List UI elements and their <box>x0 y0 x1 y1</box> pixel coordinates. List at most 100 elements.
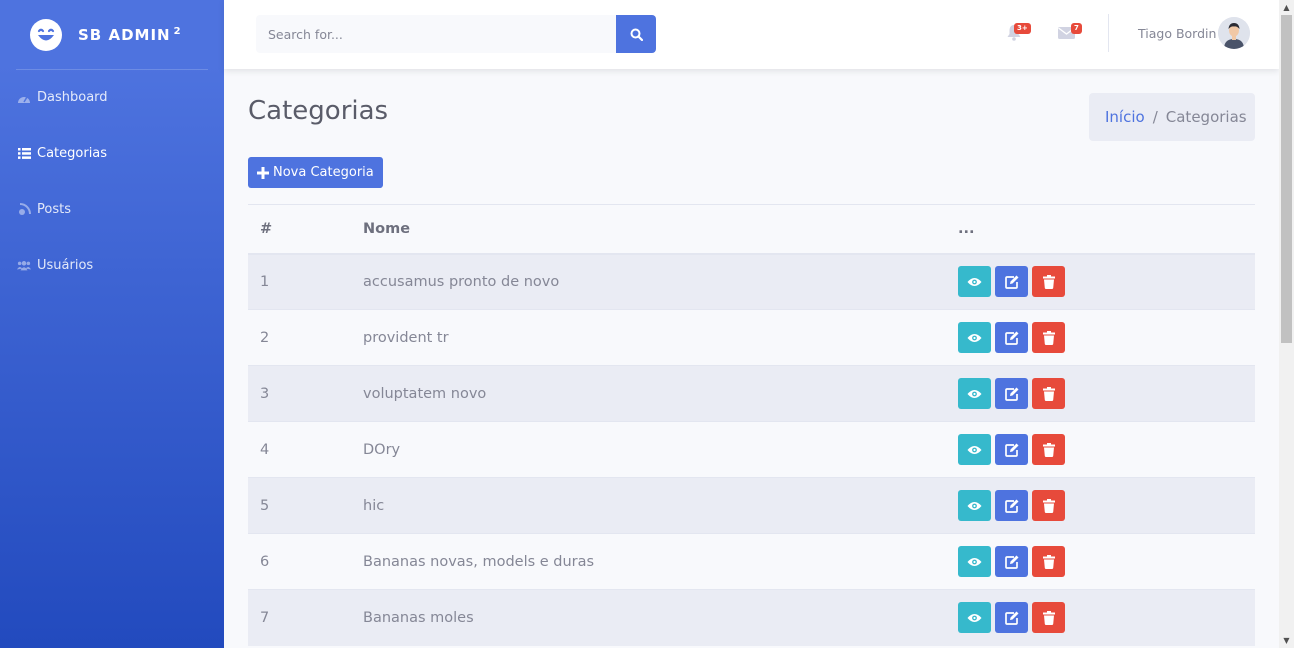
topbar: 3+ 7 Tiago Bordin <box>224 0 1279 69</box>
row-id: 6 <box>260 553 270 570</box>
trash-icon <box>1042 498 1055 513</box>
row-id: 1 <box>260 273 270 290</box>
row-actions <box>958 590 1255 646</box>
alerts-button[interactable]: 3+ <box>1006 23 1031 44</box>
sidebar-divider <box>16 69 208 70</box>
row-id: 4 <box>260 441 270 458</box>
edit-icon <box>1004 275 1018 289</box>
scroll-down-icon[interactable]: ▼ <box>1279 633 1294 648</box>
breadcrumb-current: Categorias <box>1165 108 1247 126</box>
brand[interactable]: SB ADMIN 2 <box>0 0 224 70</box>
edit-button[interactable] <box>995 322 1028 353</box>
new-category-label: Nova Categoria <box>273 165 374 180</box>
table-row: 3 voluptatem novo <box>248 365 1255 422</box>
avatar[interactable] <box>1218 17 1250 49</box>
trash-icon <box>1042 554 1055 569</box>
view-button[interactable] <box>958 266 991 298</box>
row-actions <box>958 310 1255 366</box>
sidebar-item-label: Usuários <box>37 258 94 273</box>
eye-icon <box>967 333 982 342</box>
scroll-up-icon[interactable]: ▲ <box>1279 0 1294 15</box>
sidebar-item-label: Dashboard <box>37 90 108 105</box>
table-row: 6 Bananas novas, models e duras <box>248 533 1255 590</box>
row-actions <box>958 534 1255 590</box>
breadcrumb: Início / Categorias <box>1089 93 1255 141</box>
sidebar-item-usuarios[interactable]: Usuários <box>17 258 93 273</box>
column-header-actions: ... <box>958 220 975 237</box>
delete-button[interactable] <box>1032 434 1065 465</box>
messages-button[interactable]: 7 <box>1058 23 1082 44</box>
sidebar-item-dashboard[interactable]: Dashboard <box>17 90 108 105</box>
view-button[interactable] <box>958 378 991 409</box>
edit-icon <box>1004 555 1018 569</box>
page-title: Categorias <box>248 96 389 126</box>
delete-button[interactable] <box>1032 322 1065 353</box>
row-actions <box>958 478 1255 534</box>
list-icon <box>17 147 31 161</box>
row-id: 2 <box>260 329 270 346</box>
sidebar-item-label: Categorias <box>37 146 108 161</box>
search-input[interactable] <box>256 15 616 53</box>
plus-icon <box>257 166 269 179</box>
new-category-button[interactable]: Nova Categoria <box>248 157 383 188</box>
breadcrumb-home-link[interactable]: Início <box>1105 108 1145 126</box>
edit-button[interactable] <box>995 266 1028 298</box>
delete-button[interactable] <box>1032 546 1065 577</box>
user-name[interactable]: Tiago Bordin <box>1138 26 1216 41</box>
page-scrollbar[interactable]: ▲ ▼ <box>1279 0 1294 648</box>
view-button[interactable] <box>958 322 991 353</box>
table-row: 1 accusamus pronto de novo <box>248 253 1255 310</box>
tachometer-icon <box>17 91 31 105</box>
row-name: provident tr <box>363 329 449 346</box>
table-row: 7 Bananas moles <box>248 589 1255 646</box>
row-name: Bananas moles <box>363 609 474 626</box>
edit-icon <box>1004 499 1018 513</box>
view-button[interactable] <box>958 602 991 634</box>
table-row: 5 hic <box>248 477 1255 534</box>
topbar-divider <box>1108 14 1109 52</box>
edit-button[interactable] <box>995 490 1028 521</box>
eye-icon <box>967 277 982 286</box>
eye-icon <box>967 613 982 622</box>
eye-icon <box>967 389 982 398</box>
sidebar-item-label: Posts <box>37 202 71 217</box>
alerts-badge: 3+ <box>1014 23 1031 34</box>
row-actions <box>958 254 1255 310</box>
delete-button[interactable] <box>1032 490 1065 521</box>
table-row: 4 DOry <box>248 421 1255 478</box>
trash-icon <box>1042 442 1055 457</box>
sidebar-item-posts[interactable]: Posts <box>17 202 71 217</box>
column-header-name: Nome <box>363 220 411 237</box>
row-actions <box>958 422 1255 478</box>
search-button[interactable] <box>616 15 656 53</box>
delete-button[interactable] <box>1032 266 1065 298</box>
column-header-id: # <box>260 220 273 237</box>
laugh-wink-icon <box>30 19 62 51</box>
row-name: DOry <box>363 441 401 458</box>
delete-button[interactable] <box>1032 378 1065 409</box>
sidebar-item-categorias[interactable]: Categorias <box>17 146 107 161</box>
row-id: 3 <box>260 385 270 402</box>
edit-button[interactable] <box>995 434 1028 465</box>
brand-name: SB ADMIN 2 <box>78 26 182 44</box>
view-button[interactable] <box>958 434 991 465</box>
delete-button[interactable] <box>1032 602 1065 634</box>
edit-button[interactable] <box>995 378 1028 409</box>
edit-icon <box>1004 611 1018 625</box>
breadcrumb-separator: / <box>1152 108 1158 126</box>
edit-button[interactable] <box>995 602 1028 634</box>
edit-button[interactable] <box>995 546 1028 577</box>
trash-icon <box>1042 330 1055 345</box>
trash-icon <box>1042 386 1055 401</box>
row-name: hic <box>363 497 385 514</box>
view-button[interactable] <box>958 546 991 577</box>
edit-icon <box>1004 331 1018 345</box>
scroll-thumb[interactable] <box>1281 15 1292 343</box>
trash-icon <box>1042 274 1055 289</box>
trash-icon <box>1042 610 1055 625</box>
table-header-row: # Nome ... <box>248 204 1255 254</box>
search-form <box>256 15 656 53</box>
view-button[interactable] <box>958 490 991 521</box>
blog-icon <box>17 203 31 217</box>
users-icon <box>17 259 31 273</box>
